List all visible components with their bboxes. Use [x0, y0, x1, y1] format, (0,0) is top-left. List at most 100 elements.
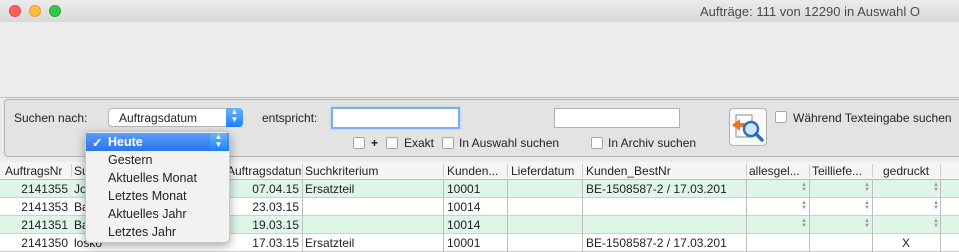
cell-bestnr: BE-1508587-2 / 17.03.201: [586, 236, 727, 250]
col-header-auftragsnr[interactable]: AuftragsNr: [5, 164, 69, 178]
column-divider: [507, 180, 508, 198]
col-separator: [507, 164, 508, 177]
column-divider: [809, 216, 810, 234]
in-auswahl-checkbox[interactable]: [442, 137, 454, 149]
cell-auftragsnr: 2141355: [21, 182, 68, 196]
plus-label: +: [371, 136, 379, 150]
column-divider: [746, 216, 747, 234]
menu-item-label: Letztes Monat: [108, 189, 187, 203]
menu-item-heute[interactable]: ✓ Heute ▲ ▼: [86, 133, 229, 151]
date-preset-menu: ✓ Heute ▲ ▼ Gestern Aktuelles Monat Letzt…: [85, 131, 230, 243]
checkmark-icon: ✓: [92, 136, 103, 150]
col-separator: [443, 164, 444, 177]
col-separator: [71, 164, 72, 177]
column-divider: [302, 180, 303, 198]
toolbar-divider: [0, 97, 959, 98]
search-field-value: Auftragsdatum: [119, 111, 198, 125]
magnifier-document-icon: [732, 114, 764, 142]
title-bar: Aufträge: 111 von 12290 in Auswahl O: [0, 0, 959, 22]
gedruckt-stepper-icon[interactable]: ▲ ▼: [933, 218, 939, 229]
cell-kunde: 10014: [447, 218, 481, 232]
col-header-kunden[interactable]: Kunden...: [447, 164, 505, 178]
col-separator: [302, 164, 303, 177]
column-divider: [582, 216, 583, 234]
column-divider: [746, 198, 747, 216]
menu-item-label: Gestern: [108, 153, 153, 167]
column-divider: [746, 180, 747, 198]
column-divider: [302, 234, 303, 252]
window-title: Aufträge: 111 von 12290 in Auswahl O: [700, 4, 920, 19]
second-search-input[interactable]: [554, 108, 680, 128]
column-divider: [872, 180, 873, 198]
column-divider: [507, 234, 508, 252]
allesgel-stepper-icon[interactable]: ▲ ▼: [801, 218, 807, 229]
col-header-allesgel[interactable]: allesgel...: [749, 164, 807, 178]
teilliefe-stepper-icon[interactable]: ▲ ▼: [864, 200, 870, 211]
cell-gedruckt: X: [901, 236, 910, 250]
search-button[interactable]: [729, 108, 767, 146]
menu-item-gestern[interactable]: Gestern: [86, 151, 229, 169]
column-divider: [940, 216, 941, 234]
column-divider: [809, 180, 810, 198]
column-divider: [507, 216, 508, 234]
gedruckt-stepper-icon[interactable]: ▲ ▼: [933, 200, 939, 211]
menu-item-label: Aktuelles Monat: [108, 171, 197, 185]
col-header-teilliefe[interactable]: Teilliefe...: [812, 164, 870, 178]
match-label: entspricht:: [262, 111, 318, 125]
cell-auftragsnr: 2141351: [21, 218, 68, 232]
menu-item-aktuelles-jahr[interactable]: Aktuelles Jahr: [86, 205, 229, 223]
col-separator: [940, 164, 941, 177]
minimize-window-button[interactable]: [29, 5, 41, 17]
column-divider: [443, 216, 444, 234]
column-divider: [872, 216, 873, 234]
cell-bestnr: BE-1508587-2 / 17.03.201: [586, 182, 727, 196]
col-header-kunden-bestnr[interactable]: Kunden_BestNr: [586, 164, 744, 178]
column-divider: [940, 234, 941, 252]
gedruckt-stepper-icon[interactable]: ▲ ▼: [933, 182, 939, 193]
teilliefe-stepper-icon[interactable]: ▲ ▼: [864, 218, 870, 229]
in-auswahl-label: In Auswahl suchen: [459, 136, 560, 150]
column-divider: [872, 198, 873, 216]
col-header-auftragsdatum[interactable]: Auftragsdatum: [227, 164, 301, 178]
menu-item-label: Aktuelles Jahr: [108, 207, 187, 221]
exakt-checkbox[interactable]: [386, 137, 398, 149]
allesgel-stepper-icon[interactable]: ▲ ▼: [801, 182, 807, 193]
col-header-suchkriterium[interactable]: Suchkriterium: [305, 164, 440, 178]
cell-auftragsnr: 2141350: [21, 236, 68, 250]
cell-auftragsnr: 2141353: [21, 200, 68, 214]
live-search-checkbox[interactable]: [775, 111, 787, 123]
in-archiv-label: In Archiv suchen: [608, 136, 697, 150]
col-separator: [872, 164, 873, 177]
col-separator: [746, 164, 747, 177]
col-header-lieferdatum[interactable]: Lieferdatum: [511, 164, 581, 178]
exakt-label: Exakt: [404, 136, 435, 150]
popup-arrows-icon: ▲ ▼: [226, 108, 243, 127]
cell-auftragsdatum: 07.04.15: [252, 182, 299, 196]
first-checkbox[interactable]: [353, 137, 365, 149]
cell-auftragsdatum: 19.03.15: [252, 218, 299, 232]
close-window-button[interactable]: [9, 5, 21, 17]
cell-kunde: 10014: [447, 200, 481, 214]
menu-item-aktuelles-monat[interactable]: Aktuelles Monat: [86, 169, 229, 187]
search-field-popup[interactable]: Auftragsdatum ▲ ▼: [108, 108, 243, 127]
column-divider: [940, 198, 941, 216]
menu-item-label: Letztes Jahr: [108, 225, 177, 239]
column-divider: [582, 234, 583, 252]
col-separator: [582, 164, 583, 177]
column-divider: [443, 198, 444, 216]
in-archiv-checkbox[interactable]: [591, 137, 603, 149]
cell-suchkriterium: Ersatzteil: [305, 182, 355, 196]
col-separator: [809, 164, 810, 177]
zoom-window-button[interactable]: [49, 5, 61, 17]
column-divider: [443, 180, 444, 198]
menu-item-letztes-jahr[interactable]: Letztes Jahr: [86, 223, 229, 241]
menu-item-label: Heute: [108, 135, 143, 149]
teilliefe-stepper-icon[interactable]: ▲ ▼: [864, 182, 870, 193]
menu-item-letztes-monat[interactable]: Letztes Monat: [86, 187, 229, 205]
col-header-gedruckt[interactable]: gedruckt: [883, 164, 938, 178]
toolbar-area: [0, 22, 959, 97]
column-divider: [582, 198, 583, 216]
allesgel-stepper-icon[interactable]: ▲ ▼: [801, 200, 807, 211]
match-input[interactable]: [331, 107, 460, 129]
column-divider: [302, 198, 303, 216]
